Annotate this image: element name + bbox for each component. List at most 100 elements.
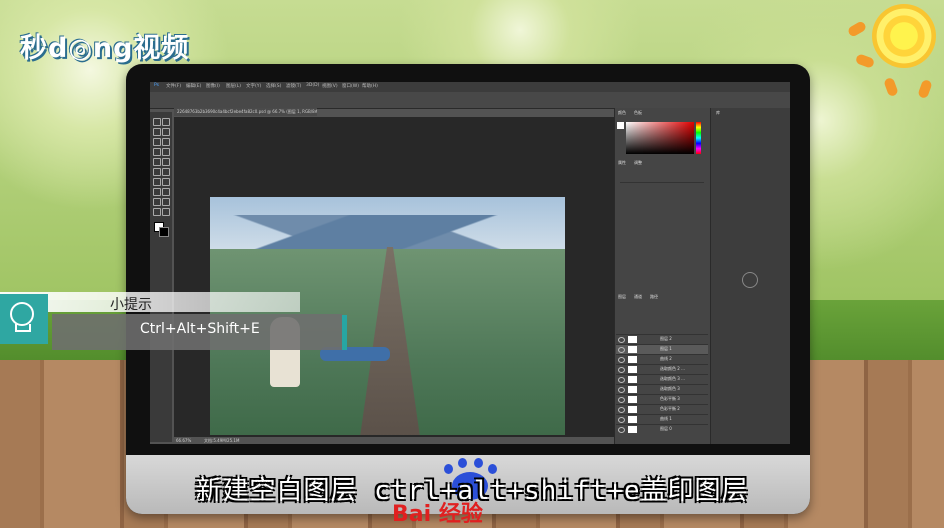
layer-name: 色彩平衡 3	[660, 396, 680, 401]
gradient-tool-icon[interactable]	[162, 168, 170, 176]
layer-row[interactable]: 曲线 1	[616, 414, 708, 424]
hand-tool-icon[interactable]	[153, 208, 161, 216]
layer-row[interactable]: 色彩平衡 3	[616, 394, 708, 404]
menu-select[interactable]: 选择(S)	[266, 83, 281, 89]
tab-libraries[interactable]: 库	[716, 110, 720, 116]
layer-name: 图层 2	[660, 336, 672, 341]
layer-thumbnail	[628, 426, 637, 433]
canvas-area[interactable]	[174, 117, 614, 437]
dodge-tool-icon[interactable]	[162, 178, 170, 186]
healing-brush-icon[interactable]	[153, 148, 161, 156]
layer-thumbnail	[628, 406, 637, 413]
eraser-icon[interactable]	[153, 168, 161, 176]
eye-icon[interactable]	[618, 427, 625, 433]
subtitle-caption: 新建空白图层 ctrl+alt+shift+e盖印图层	[195, 476, 749, 506]
tab-layers[interactable]: 图层	[618, 294, 626, 300]
layer-row[interactable]: 选取颜色 2 ...	[616, 364, 708, 374]
options-bar	[150, 92, 790, 109]
pen-tool-icon[interactable]	[153, 188, 161, 196]
toolbox	[150, 112, 172, 442]
layer-row[interactable]: 色彩平衡 2	[616, 404, 708, 414]
layer-row[interactable]: 曲线 2	[616, 354, 708, 364]
eye-icon[interactable]	[618, 387, 625, 393]
layer-row-selected[interactable]: 图层 1	[616, 344, 708, 354]
status-bar: 66.67% 文档:5.49M/25.1M	[174, 437, 614, 444]
menu-layer[interactable]: 图层(L)	[226, 83, 241, 89]
menu-filter[interactable]: 滤镜(T)	[286, 83, 301, 89]
brush-tool-icon[interactable]	[162, 148, 170, 156]
menu-edit[interactable]: 编辑(E)	[186, 83, 201, 89]
tab-paths[interactable]: 路径	[650, 294, 658, 300]
photoshop-window: Ps 文件(F) 编辑(E) 图像(I) 图层(L) 文字(Y) 选择(S) 滤…	[150, 82, 790, 444]
magic-wand-icon[interactable]	[162, 128, 170, 136]
eye-icon[interactable]	[618, 357, 625, 363]
sun-icon	[872, 4, 936, 68]
tip-heading: 小提示	[110, 297, 152, 313]
hue-slider[interactable]	[696, 122, 701, 154]
status-doc-size: 文档:5.49M/25.1M	[204, 438, 240, 443]
eye-icon[interactable]	[618, 347, 625, 353]
layer-name: 选取颜色 3 ...	[660, 376, 685, 381]
crop-tool-icon[interactable]	[153, 138, 161, 146]
eye-icon[interactable]	[618, 377, 625, 383]
menu-file[interactable]: 文件(F)	[166, 83, 181, 89]
layer-thumbnail	[628, 366, 637, 373]
paw-toe	[458, 458, 467, 468]
layer-row[interactable]: 图层 2	[616, 334, 708, 344]
color-picker-field[interactable]	[626, 122, 694, 154]
menu-bar: Ps 文件(F) 编辑(E) 图像(I) 图层(L) 文字(Y) 选择(S) 滤…	[150, 82, 790, 92]
menu-window[interactable]: 窗口(W)	[342, 83, 359, 89]
tip-shortcut: Ctrl+Alt+Shift+E	[140, 321, 260, 337]
layer-thumbnail	[628, 356, 637, 363]
layer-row[interactable]: 图层 0	[616, 424, 708, 434]
status-zoom: 66.67%	[176, 438, 192, 443]
background-color-swatch[interactable]	[159, 227, 169, 237]
tab-color[interactable]: 颜色	[618, 110, 626, 116]
history-brush-icon[interactable]	[162, 158, 170, 166]
menu-view[interactable]: 视图(V)	[322, 83, 338, 89]
tab-channels[interactable]: 通道	[634, 294, 642, 300]
lasso-tool-icon[interactable]	[153, 128, 161, 136]
layer-name: 曲线 2	[660, 356, 672, 361]
lightbulb-icon	[0, 294, 48, 344]
path-select-icon[interactable]	[153, 198, 161, 206]
menu-image[interactable]: 图像(I)	[206, 83, 220, 89]
marquee-tool-icon[interactable]	[162, 118, 170, 126]
bulb-glass	[10, 302, 34, 326]
layer-name: 选取颜色 2 ...	[660, 366, 685, 371]
layer-name: 色彩平衡 2	[660, 406, 680, 411]
stamp-tool-icon[interactable]	[153, 158, 161, 166]
menu-3d[interactable]: 3D(D)	[306, 83, 319, 88]
layer-row[interactable]: 选取颜色 3 ...	[616, 374, 708, 384]
eye-icon[interactable]	[618, 367, 625, 373]
type-tool-icon[interactable]	[162, 188, 170, 196]
zoom-tool-icon[interactable]	[162, 208, 170, 216]
layer-name: 曲线 1	[660, 416, 672, 421]
layer-thumbnail	[628, 376, 637, 383]
menu-help[interactable]: 帮助(H)	[362, 83, 378, 89]
brand-logo: 秒d◎ng视频	[20, 33, 190, 64]
color-fg-swatch[interactable]	[617, 122, 624, 129]
layer-row[interactable]: 选取颜色 3	[616, 384, 708, 394]
tip-accent-bar	[342, 315, 347, 350]
layer-thumbnail	[628, 396, 637, 403]
blur-tool-icon[interactable]	[153, 178, 161, 186]
menu-type[interactable]: 文字(Y)	[246, 83, 261, 89]
eye-icon[interactable]	[618, 397, 625, 403]
shape-tool-icon[interactable]	[162, 198, 170, 206]
layer-thumbnail	[628, 386, 637, 393]
tab-swatches[interactable]: 色板	[634, 110, 642, 116]
tab-properties[interactable]: 属性	[618, 160, 626, 166]
move-tool-icon[interactable]	[153, 118, 161, 126]
layer-name: 选取颜色 3	[660, 386, 680, 391]
eye-icon[interactable]	[618, 337, 625, 343]
eye-icon[interactable]	[618, 407, 625, 413]
ps-logo-icon: Ps	[154, 83, 159, 88]
eyedropper-icon[interactable]	[162, 138, 170, 146]
layer-name: 图层 1	[660, 346, 672, 351]
creative-cloud-icon	[742, 272, 758, 288]
layer-thumbnail	[628, 346, 637, 353]
eye-icon[interactable]	[618, 417, 625, 423]
tab-adjustments[interactable]: 调整	[634, 160, 642, 166]
document-tab[interactable]: 22648763b2b3690c4a4bcf2ebe4fa82c0.psd @ …	[174, 108, 317, 116]
